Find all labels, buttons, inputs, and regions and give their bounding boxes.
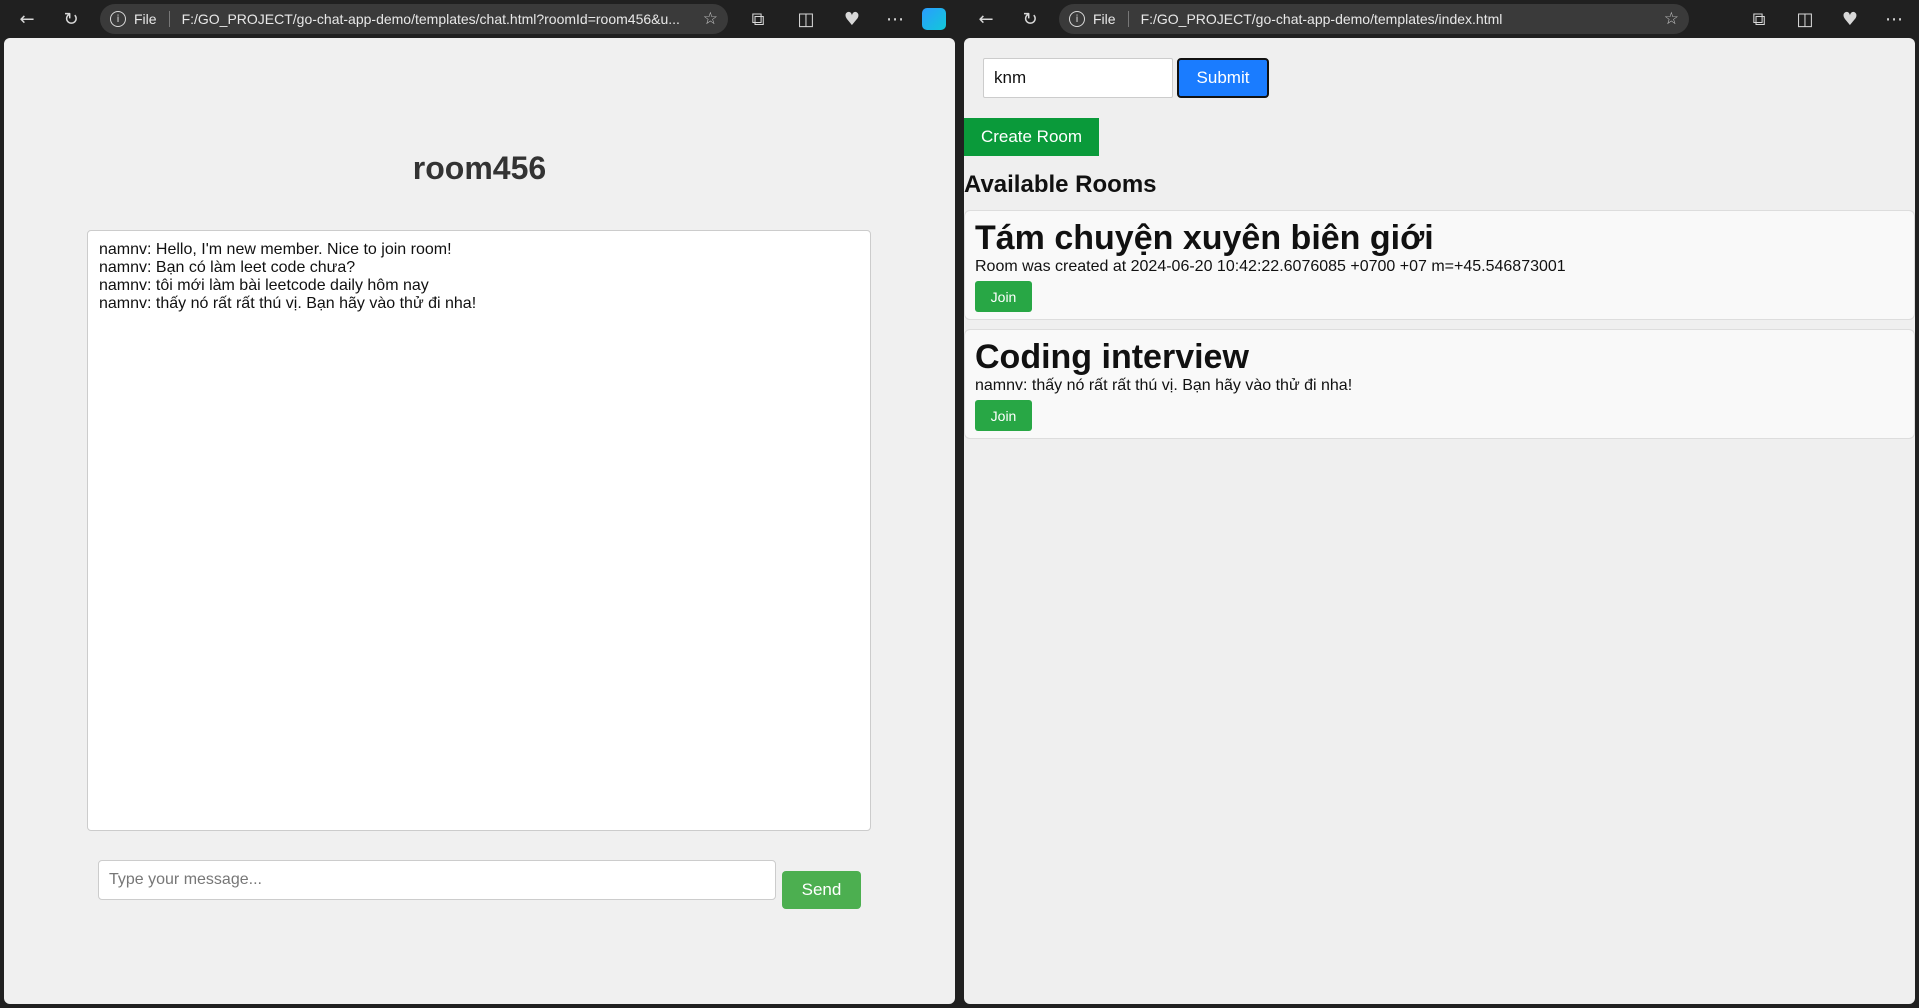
browser-toolbar: ← ↻ i File F:/GO_PROJECT/go-chat-app-dem… (960, 0, 1919, 38)
split-screen-icon[interactable]: ◫ (789, 4, 823, 34)
browser-essentials-icon[interactable]: ♥ (835, 4, 869, 34)
address-bar[interactable]: i File F:/GO_PROJECT/go-chat-app-demo/te… (1059, 4, 1689, 34)
address-divider (168, 11, 170, 27)
chat-message: namnv: Hello, I'm new member. Nice to jo… (99, 241, 452, 258)
site-info-icon[interactable]: i (110, 11, 126, 27)
extensions-icon[interactable]: ⧉ (1742, 4, 1776, 34)
favorite-star-icon[interactable]: ☆ (703, 9, 718, 29)
room-name: Tám chuyện xuyên biên giới (975, 219, 1434, 257)
site-info-icon[interactable]: i (1069, 11, 1085, 27)
split-screen-icon[interactable]: ◫ (1788, 4, 1822, 34)
extensions-icon[interactable]: ⧉ (741, 4, 775, 34)
message-input[interactable]: Type your message... (98, 860, 776, 900)
chat-message: namnv: tôi mới làm bài leetcode daily hô… (99, 277, 429, 294)
chat-message: namnv: thấy nó rất rất thú vị. Bạn hãy v… (99, 295, 477, 312)
chat-page: room456 namnv: Hello, I'm new member. Ni… (4, 38, 955, 1004)
room-description: Room was created at 2024-06-20 10:42:22.… (975, 258, 1566, 275)
browser-toolbar: ← ↻ i File F:/GO_PROJECT/go-chat-app-dem… (0, 0, 959, 38)
join-button[interactable]: Join (975, 281, 1032, 312)
index-page: knm Submit Create Room Available Rooms T… (964, 38, 1915, 1004)
more-menu-icon[interactable]: ⋯ (878, 4, 912, 34)
available-rooms-heading: Available Rooms (964, 171, 1157, 198)
address-scheme: File (134, 11, 157, 27)
send-button[interactable]: Send (782, 871, 861, 909)
chat-messages-box[interactable]: namnv: Hello, I'm new member. Nice to jo… (87, 230, 871, 831)
address-scheme: File (1093, 11, 1116, 27)
submit-button[interactable]: Submit (1177, 58, 1269, 98)
address-divider (1127, 11, 1129, 27)
room-card: Coding interview namnv: thấy nó rất rất … (964, 329, 1915, 439)
room-card: Tám chuyện xuyên biên giới Room was crea… (964, 210, 1915, 320)
browser-essentials-icon[interactable]: ♥ (1833, 4, 1867, 34)
index-browser-window: ← ↻ i File F:/GO_PROJECT/go-chat-app-dem… (960, 0, 1919, 1008)
room-name: Coding interview (975, 338, 1249, 376)
more-menu-icon[interactable]: ⋯ (1877, 4, 1911, 34)
name-input[interactable]: knm (983, 58, 1173, 98)
refresh-icon[interactable]: ↻ (54, 4, 88, 34)
chat-browser-window: ← ↻ i File F:/GO_PROJECT/go-chat-app-dem… (0, 0, 959, 1008)
room-description: namnv: thấy nó rất rất thú vị. Bạn hãy v… (975, 377, 1353, 394)
back-icon[interactable]: ← (10, 4, 44, 34)
back-icon[interactable]: ← (969, 4, 1003, 34)
room-title: room456 (412, 150, 547, 186)
address-url[interactable]: F:/GO_PROJECT/go-chat-app-demo/templates… (1141, 11, 1656, 27)
favorite-star-icon[interactable]: ☆ (1664, 9, 1679, 29)
create-room-button[interactable]: Create Room (964, 118, 1099, 156)
refresh-icon[interactable]: ↻ (1013, 4, 1047, 34)
address-bar[interactable]: i File F:/GO_PROJECT/go-chat-app-demo/te… (100, 4, 728, 34)
join-button[interactable]: Join (975, 400, 1032, 431)
address-url[interactable]: F:/GO_PROJECT/go-chat-app-demo/templates… (182, 11, 695, 27)
copilot-icon[interactable] (922, 8, 946, 30)
chat-message: namnv: Bạn có làm leet code chưa? (99, 259, 356, 276)
